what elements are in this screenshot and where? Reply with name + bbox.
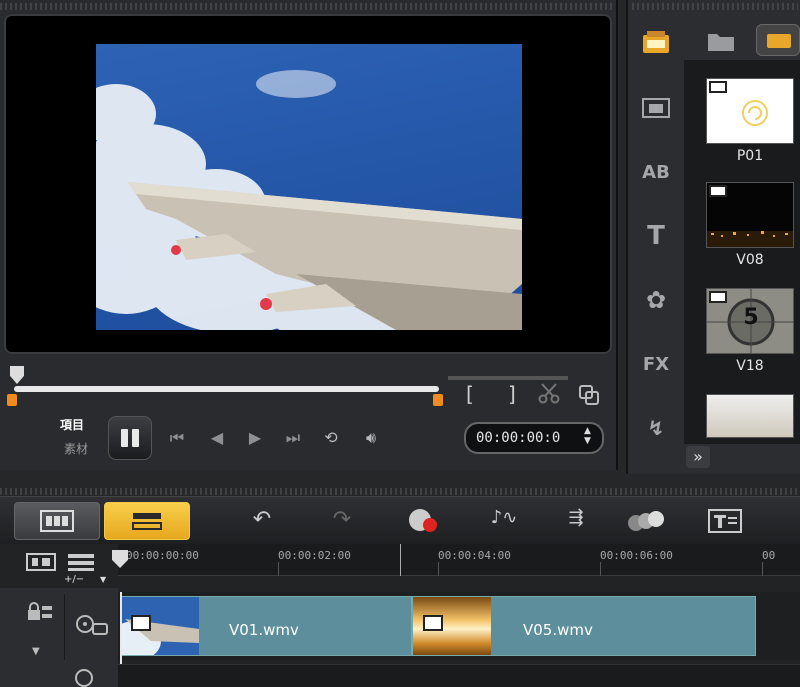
thumbnail-label: V08: [736, 252, 764, 268]
thumbnail-label: P01: [736, 148, 764, 164]
video-track-header: ▼: [0, 588, 118, 687]
mark-out-button[interactable]: ]: [508, 382, 516, 406]
mark-in-button[interactable]: [: [466, 382, 474, 406]
video-track-button[interactable]: [64, 594, 118, 660]
timecode-value[interactable]: 00:00:00:0: [476, 430, 560, 446]
record-capture-icon[interactable]: [404, 507, 444, 535]
clip-name: V05.wmv: [523, 621, 593, 639]
pause-button[interactable]: [108, 416, 152, 460]
storyboard-view-button[interactable]: [14, 502, 100, 540]
ruler-tick: [438, 562, 439, 576]
path-icon[interactable]: ↯: [636, 408, 676, 448]
preview-frame: [96, 44, 522, 330]
title-icon[interactable]: T: [636, 216, 676, 256]
folder-icon[interactable]: [706, 28, 736, 54]
thumbnail-v18[interactable]: 5: [706, 288, 794, 354]
clip-v05[interactable]: V05.wmv: [412, 596, 756, 656]
clip-video-icon: [131, 615, 151, 631]
undo-icon[interactable]: ↶: [242, 507, 282, 532]
auto-music-icon[interactable]: ⇶: [556, 507, 596, 528]
tick-label: 00:00:00:00: [126, 549, 199, 562]
repeat-icon[interactable]: ⟲: [320, 429, 342, 447]
chapter-list-icon[interactable]: [66, 552, 96, 572]
tick-label: 00:00:02:00: [278, 549, 351, 562]
add-remove-track-button[interactable]: +/−: [64, 574, 84, 585]
timecode-stepper[interactable]: ▲ ▼: [584, 426, 591, 446]
thumbnail-flowers[interactable]: [706, 394, 794, 438]
ruler-marker: [400, 544, 401, 576]
overlay-track[interactable]: [118, 664, 800, 687]
motion-tracking-icon[interactable]: [626, 509, 666, 533]
track-expand-icon[interactable]: ▼: [32, 646, 40, 657]
timeline-area: +/− ▼ 00:00:00:00 00:00:02:00 00:00:04:0…: [0, 544, 800, 687]
expand-library-button[interactable]: »: [686, 446, 710, 468]
clip-video-icon: [423, 615, 443, 631]
photo-badge-icon: [709, 81, 727, 93]
scrub-bar[interactable]: [14, 386, 439, 392]
ruler-tick: [278, 562, 279, 576]
ruler-tick: [600, 562, 601, 576]
thumbnail-p01[interactable]: [706, 78, 794, 144]
lock-track-icon[interactable]: [24, 602, 54, 624]
volume-icon[interactable]: 🔊︎: [360, 429, 382, 447]
clip-v01[interactable]: V01.wmv: [120, 596, 412, 656]
thumbnail-label: V18: [736, 358, 764, 374]
thumbnail-list: P01 V08 5 V18: [684, 60, 800, 444]
clip-name: V01.wmv: [229, 621, 299, 639]
redo-icon[interactable]: ↷: [322, 507, 362, 532]
timeline-view-button[interactable]: [104, 502, 190, 540]
trim-end-marker[interactable]: [433, 394, 443, 406]
tick-label: 00:00:04:00: [438, 549, 511, 562]
zoom-track[interactable]: [448, 376, 568, 380]
enlarge-preview-icon[interactable]: [578, 384, 600, 406]
scissors-icon[interactable]: [538, 382, 560, 404]
panel-grip[interactable]: [0, 3, 612, 10]
previous-frame-icon[interactable]: ◀: [206, 429, 228, 447]
track-dropdown-icon[interactable]: ▼: [100, 575, 106, 584]
filter-icon[interactable]: FX: [636, 344, 676, 384]
overlay-track-button[interactable]: [64, 662, 118, 687]
preview-panel: [ ] 項目 素材 ⏮ ◀ ▶ ⏭ ⟲ 🔊︎ 00:00:00:0 ▲ ▼: [0, 0, 618, 470]
transition-icon[interactable]: AB: [636, 152, 676, 192]
preview-viewer: [4, 14, 612, 354]
countdown-number: 5: [743, 305, 759, 330]
library-grip[interactable]: [632, 3, 798, 10]
next-frame-icon[interactable]: ▶: [244, 429, 266, 447]
project-mode-label[interactable]: 項目: [60, 416, 84, 433]
video-badge-icon: [709, 185, 727, 197]
timeline-toolbar: ↶ ↷ ♪∿ ⇶: [0, 496, 800, 544]
go-to-start-icon[interactable]: ⏮: [166, 429, 188, 447]
airplane-wing-image: [96, 44, 522, 330]
media-icon[interactable]: [636, 22, 676, 62]
timecode-display[interactable]: 00:00:00:0: [464, 422, 604, 454]
go-to-end-icon[interactable]: ⏭: [282, 429, 304, 447]
library-panel: AB T ✿ FX ↯ P01 V08 5 V18 »: [626, 0, 800, 474]
thumbnail-v08[interactable]: [706, 182, 794, 248]
track-manager-icon[interactable]: [26, 552, 56, 572]
graphic-icon[interactable]: ✿: [636, 280, 676, 320]
trim-start-marker[interactable]: [7, 394, 17, 406]
ruler-tick: [762, 562, 763, 576]
tick-label: 00:00:06:00: [600, 549, 673, 562]
media-filter-button[interactable]: [756, 24, 800, 56]
scrubber-playhead[interactable]: [10, 366, 24, 384]
timeline-grip[interactable]: [0, 488, 800, 495]
tick-label: 00: [762, 549, 776, 562]
video-badge-icon: [709, 291, 727, 303]
clip-mode-label[interactable]: 素材: [64, 440, 88, 457]
instant-project-icon[interactable]: [636, 88, 676, 128]
timeline-ruler[interactable]: 00:00:00:00 00:00:02:00 00:00:04:00 00:0…: [118, 544, 800, 576]
audio-mixer-icon[interactable]: ♪∿: [484, 507, 524, 528]
subtitle-editor-icon[interactable]: [708, 509, 742, 533]
